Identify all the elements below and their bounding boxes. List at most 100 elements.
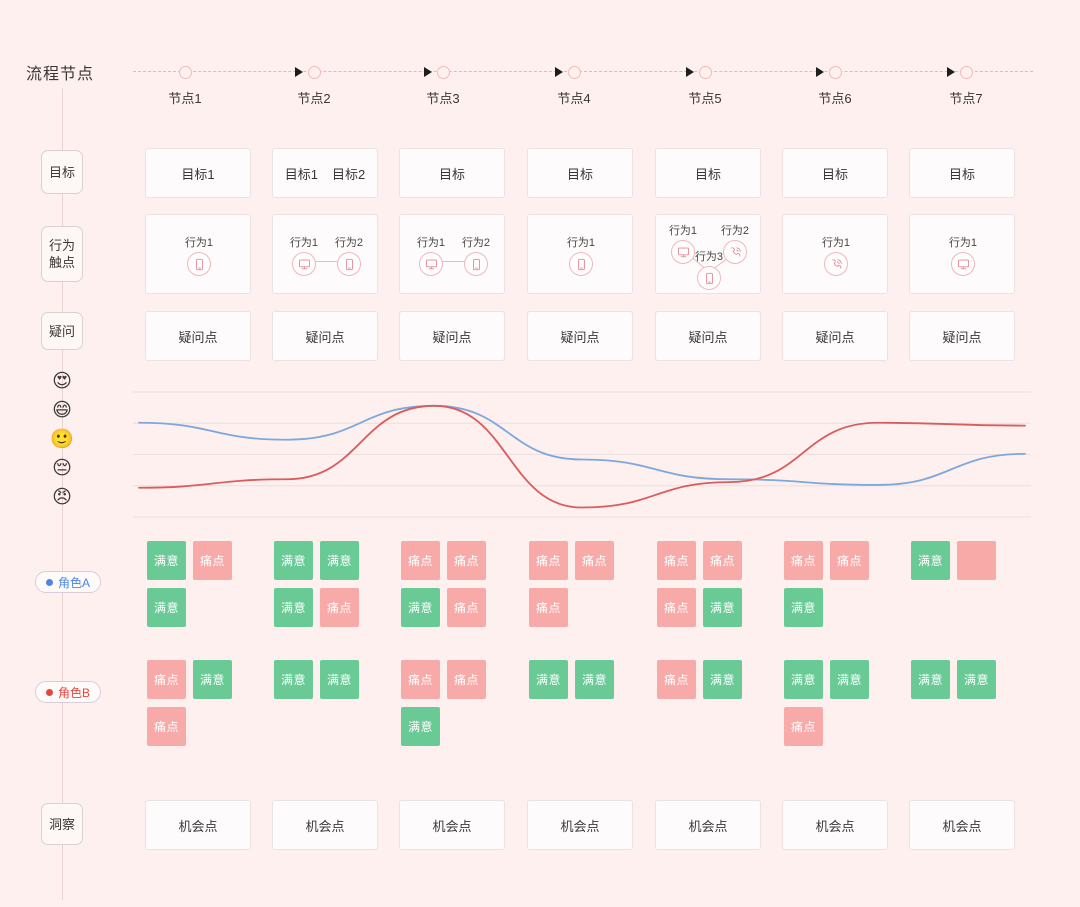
insight-card-3[interactable]: 机会点 xyxy=(399,800,505,850)
sentiment-tag-a[interactable] xyxy=(957,541,996,580)
insight-card-2[interactable]: 机会点 xyxy=(272,800,378,850)
mobile-icon[interactable] xyxy=(697,266,721,290)
sentiment-tag-a[interactable]: 满意 xyxy=(320,541,359,580)
disappointed-emoji: 😔 xyxy=(52,458,72,479)
sentiment-tag-b[interactable]: 痛点 xyxy=(401,660,440,699)
sentiment-tag-a[interactable]: 满意 xyxy=(911,541,950,580)
sentiment-tag-a[interactable]: 满意 xyxy=(703,588,742,627)
monitor-icon[interactable] xyxy=(292,252,316,276)
touchpoint-node: 行为1 xyxy=(935,237,991,276)
sentiment-tag-a[interactable]: 痛点 xyxy=(830,541,869,580)
insight-card-7[interactable]: 机会点 xyxy=(909,800,1015,850)
goal-card-6[interactable]: 目标 xyxy=(782,148,888,198)
sentiment-tag-b[interactable]: 痛点 xyxy=(784,707,823,746)
timeline-node-label-7: 节点7 xyxy=(949,91,983,106)
sentiment-tag-label: 满意 xyxy=(836,673,862,687)
sentiment-tag-b[interactable]: 满意 xyxy=(575,660,614,699)
monitor-icon[interactable] xyxy=(951,252,975,276)
sentiment-tag-b[interactable]: 满意 xyxy=(529,660,568,699)
sentiment-tag-b[interactable]: 痛点 xyxy=(657,660,696,699)
sentiment-tag-a[interactable]: 满意 xyxy=(274,588,313,627)
question-card-4[interactable]: 疑问点 xyxy=(527,311,633,361)
role-pill-b[interactable]: 角色B xyxy=(35,681,102,703)
sentiment-tag-a[interactable]: 满意 xyxy=(147,541,186,580)
touchpoint-card-1[interactable]: 行为1 xyxy=(145,214,251,294)
smiling-emoji: 🙂 xyxy=(50,429,74,450)
goal-item: 目标 xyxy=(821,166,848,182)
sentiment-tag-label: 满意 xyxy=(709,601,735,615)
insight-card-6[interactable]: 机会点 xyxy=(782,800,888,850)
sentiment-tag-b[interactable]: 满意 xyxy=(274,660,313,699)
sentiment-tag-b[interactable]: 满意 xyxy=(830,660,869,699)
sentiment-tag-b[interactable]: 满意 xyxy=(193,660,232,699)
sentiment-tag-b[interactable]: 满意 xyxy=(784,660,823,699)
question-card-7[interactable]: 疑问点 xyxy=(909,311,1015,361)
sentiment-tag-a[interactable]: 痛点 xyxy=(575,541,614,580)
sentiment-tag-a[interactable]: 痛点 xyxy=(657,588,696,627)
question-label: 疑问点 xyxy=(942,329,982,345)
sentiment-tag-b[interactable]: 痛点 xyxy=(147,660,186,699)
sentiment-tag-b[interactable]: 满意 xyxy=(911,660,950,699)
touchpoint-card-2[interactable]: 行为1 行为2 xyxy=(272,214,378,294)
sentiment-tag-a[interactable]: 痛点 xyxy=(320,588,359,627)
sentiment-tag-b[interactable]: 痛点 xyxy=(147,707,186,746)
goal-card-3[interactable]: 目标 xyxy=(399,148,505,198)
timeline-node-dot-7[interactable] xyxy=(959,66,973,79)
mobile-icon[interactable] xyxy=(337,252,361,276)
question-card-2[interactable]: 疑问点 xyxy=(272,311,378,361)
sentiment-tag-a[interactable]: 痛点 xyxy=(657,541,696,580)
sentiment-tag-a[interactable]: 满意 xyxy=(274,541,313,580)
sentiment-tag-a[interactable]: 痛点 xyxy=(447,588,486,627)
sentiment-tag-b[interactable]: 满意 xyxy=(703,660,742,699)
goal-item: 目标 xyxy=(566,166,593,182)
timeline-arrow xyxy=(947,67,955,77)
sentiment-tag-a[interactable]: 痛点 xyxy=(784,541,823,580)
insight-card-1[interactable]: 机会点 xyxy=(145,800,251,850)
mobile-icon[interactable] xyxy=(569,252,593,276)
phone-call-icon[interactable] xyxy=(824,252,848,276)
sentiment-tag-a[interactable]: 痛点 xyxy=(703,541,742,580)
sentiment-tag-a[interactable]: 满意 xyxy=(784,588,823,627)
sentiment-tag-b[interactable]: 痛点 xyxy=(447,660,486,699)
timeline-node-dot-5[interactable] xyxy=(698,66,712,79)
question-card-6[interactable]: 疑问点 xyxy=(782,311,888,361)
touchpoint-card-7[interactable]: 行为1 xyxy=(909,214,1015,294)
mobile-icon[interactable] xyxy=(464,252,488,276)
insight-label: 机会点 xyxy=(815,818,855,834)
sentiment-tag-b[interactable]: 满意 xyxy=(401,707,440,746)
sentiment-tag-a[interactable]: 痛点 xyxy=(529,541,568,580)
monitor-icon[interactable] xyxy=(419,252,443,276)
insight-card-4[interactable]: 机会点 xyxy=(527,800,633,850)
timeline-node-dot-6[interactable] xyxy=(828,66,842,79)
mobile-icon[interactable] xyxy=(187,252,211,276)
touchpoint-card-3[interactable]: 行为1 行为2 xyxy=(399,214,505,294)
goal-card-5[interactable]: 目标 xyxy=(655,148,761,198)
role-label: 角色A xyxy=(58,575,91,590)
insight-card-5[interactable]: 机会点 xyxy=(655,800,761,850)
timeline-node-dot-1[interactable] xyxy=(178,66,192,79)
question-card-5[interactable]: 疑问点 xyxy=(655,311,761,361)
sentiment-tag-a[interactable]: 痛点 xyxy=(193,541,232,580)
sentiment-tag-a[interactable]: 痛点 xyxy=(447,541,486,580)
timeline-node-dot-3[interactable] xyxy=(436,66,450,79)
touchpoint-card-6[interactable]: 行为1 xyxy=(782,214,888,294)
question-card-1[interactable]: 疑问点 xyxy=(145,311,251,361)
goal-card-4[interactable]: 目标 xyxy=(527,148,633,198)
sentiment-tag-a[interactable]: 满意 xyxy=(147,588,186,627)
goal-card-1[interactable]: 目标1 xyxy=(145,148,251,198)
touchpoint-card-5[interactable]: 行为1 行为2 行为3 xyxy=(655,214,761,294)
sentiment-tag-a[interactable]: 痛点 xyxy=(401,541,440,580)
question-label: 疑问点 xyxy=(560,329,600,345)
goal-card-7[interactable]: 目标 xyxy=(909,148,1015,198)
timeline-node-dot-2[interactable] xyxy=(307,66,321,79)
role-pill-a[interactable]: 角色A xyxy=(35,571,102,593)
sentiment-tag-a[interactable]: 痛点 xyxy=(529,588,568,627)
touchpoint-card-4[interactable]: 行为1 xyxy=(527,214,633,294)
question-card-3[interactable]: 疑问点 xyxy=(399,311,505,361)
goal-card-2[interactable]: 目标1 目标2 xyxy=(272,148,378,198)
timeline-node-dot-4[interactable] xyxy=(567,66,581,79)
sentiment-tag-b[interactable]: 满意 xyxy=(320,660,359,699)
sentiment-tag-a[interactable]: 满意 xyxy=(401,588,440,627)
sentiment-tag-label: 痛点 xyxy=(535,554,561,568)
sentiment-tag-b[interactable]: 满意 xyxy=(957,660,996,699)
